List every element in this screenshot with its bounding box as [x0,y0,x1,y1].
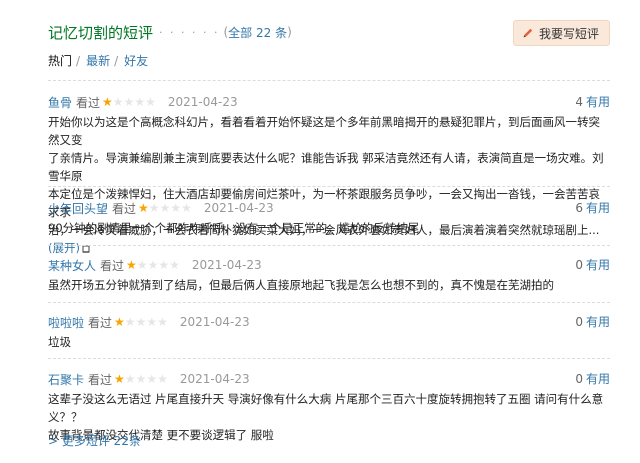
star-empty-icon: ★ [124,372,136,386]
comment-item: 少年回头望 看过 ★ ★ ★ ★ ★ 2021-04-23 6 有用 90分钟的剧情里一个… [48,199,610,237]
star-filled-icon: ★ [126,258,137,272]
comment-meta: 啦啦啦 看过 ★ ★ ★ ★ ★ 2021-04-23 0 有用 [48,313,610,331]
comment-text: 虽然开场五分钟就猜到了结局，但最后俩人直接原地起飞我是怎么也想不到的，真不愧是在… [48,276,610,294]
comment-user-link[interactable]: 某种女人 [48,257,96,274]
star-empty-icon: ★ [148,201,160,215]
divider [48,358,610,359]
star-empty-icon: ★ [157,372,168,386]
star-empty-icon: ★ [181,201,192,215]
write-comment-label: 我要写短评 [538,26,599,41]
star-empty-icon: ★ [134,95,146,109]
rating-stars: ★ ★ ★ ★ ★ [138,202,192,214]
comment-text: 垃圾 [48,333,610,351]
useful-vote-link[interactable]: 有用 [586,372,610,386]
star-empty-icon: ★ [146,372,158,386]
star-empty-icon: ★ [158,258,170,272]
comment-meta: 某种女人 看过 ★ ★ ★ ★ ★ 2021-04-23 0 有用 [48,256,610,274]
watched-label: 看过 [88,372,113,387]
watched-label: 看过 [76,95,101,110]
vote-count: 0 有用 [575,313,610,330]
useful-vote-link[interactable]: 有用 [586,95,610,109]
useful-vote-link[interactable]: 有用 [586,201,610,215]
star-filled-icon: ★ [138,201,149,215]
star-filled-icon: ★ [102,95,113,109]
star-empty-icon: ★ [147,258,159,272]
divider [48,302,610,303]
comment-user-link[interactable]: 石聚卡 [48,371,84,388]
useful-vote-link[interactable]: 有用 [586,258,610,272]
star-empty-icon: ★ [170,201,182,215]
comment-date: 2021-04-23 [191,258,262,272]
section-header: 记忆切割的短评 · · · · · · ( 全部 22 条 ) 我要写短评 [48,20,610,46]
comment-date: 2021-04-23 [179,372,250,386]
vote-count: 6 有用 [575,199,610,216]
vote-count: 4 有用 [575,93,610,110]
comment-text: 90分钟的剧情里一个个都咋咋呼呼，没有一个是正常的，尴尬的反转结尾 [48,219,610,237]
comment-date: 2021-04-23 [203,201,274,215]
pencil-icon [523,28,533,38]
comment-line: 虽然开场五分钟就猜到了结局，但最后俩人直接原地起飞我是怎么也想不到的，真不愧是在… [48,278,554,292]
comment-date: 2021-04-23 [179,315,250,329]
star-empty-icon: ★ [135,315,147,329]
vote-number: 0 [575,372,583,386]
vote-count: 0 有用 [575,256,610,273]
sort-friends[interactable]: 好友 [124,52,148,69]
comment-item: 啦啦啦 看过 ★ ★ ★ ★ ★ 2021-04-23 0 有用 垃圾 [48,313,610,351]
comment-meta: 少年回头望 看过 ★ ★ ★ ★ ★ 2021-04-23 6 有用 [48,199,610,217]
sort-bar: 热门 / 最新 / 好友 [48,52,148,69]
rating-stars: ★ ★ ★ ★ ★ [114,316,168,328]
short-comments-section: 记忆切割的短评 · · · · · · ( 全部 22 条 ) 我要写短评 热门… [0,0,640,463]
title-dots: · · · · · · [159,25,220,39]
comment-date: 2021-04-23 [167,95,238,109]
star-filled-icon: ★ [114,372,125,386]
divider [48,80,610,81]
watched-label: 看过 [100,258,125,273]
rating-stars: ★ ★ ★ ★ ★ [126,259,180,271]
count-close-paren: ) [287,25,292,39]
vote-number: 0 [575,258,583,272]
divider [48,245,610,246]
sort-hot[interactable]: 热门 [48,52,72,69]
star-empty-icon: ★ [123,95,135,109]
vote-number: 0 [575,315,583,329]
comment-meta: 鱼骨 看过 ★ ★ ★ ★ ★ 2021-04-23 4 有用 [48,93,610,111]
rating-stars: ★ ★ ★ ★ ★ [102,96,156,108]
sort-separator: / [114,53,119,68]
vote-number: 4 [575,95,583,109]
star-empty-icon: ★ [159,201,171,215]
sort-latest[interactable]: 最新 [86,52,110,69]
star-empty-icon: ★ [136,258,148,272]
comment-line: 开始你以为这是个高概念科幻片，看着看着开始怀疑这是个多年前黑暗揭开的悬疑犯罪片，… [48,115,600,147]
comment-user-link[interactable]: 少年回头望 [48,200,108,217]
all-comments-count-link[interactable]: 全部 22 条 [228,24,287,41]
vote-number: 6 [575,201,583,215]
comment-meta: 石聚卡 看过 ★ ★ ★ ★ ★ 2021-04-23 0 有用 [48,370,610,388]
star-empty-icon: ★ [112,95,124,109]
star-empty-icon: ★ [145,95,156,109]
watched-label: 看过 [112,201,137,216]
star-empty-icon: ★ [157,315,168,329]
expand-link[interactable]: (展开) [48,241,80,255]
vote-count: 0 有用 [575,370,610,387]
watched-label: 看过 [88,315,113,330]
comment-line: 了亲情片。导演兼编剧兼主演到底要表达什么呢？谁能告诉我 郭采洁竟然还有人请，表演… [48,151,604,183]
more-comments-link[interactable]: > 更多短评 22条 [48,432,141,449]
section-title: 记忆切割的短评 [48,23,154,42]
star-filled-icon: ★ [114,315,125,329]
comment-item: 某种女人 看过 ★ ★ ★ ★ ★ 2021-04-23 0 有用 虽然开场五分钟就猜到了… [48,256,610,294]
rating-stars: ★ ★ ★ ★ ★ [114,373,168,385]
star-empty-icon: ★ [135,372,147,386]
divider [48,186,610,187]
comment-line: 垃圾 [48,335,71,349]
comment-line: 这辈子没这么无语过 片尾直接升天 导演好像有什么大病 片尾那个三百六十度旋转拥抱… [48,392,604,424]
star-empty-icon: ★ [146,315,158,329]
comment-user-link[interactable]: 啦啦啦 [48,314,84,331]
star-empty-icon: ★ [169,258,180,272]
useful-vote-link[interactable]: 有用 [586,315,610,329]
write-comment-button[interactable]: 我要写短评 [512,20,610,46]
sort-separator: / [76,53,81,68]
comment-line: 90分钟的剧情里一个个都咋咋呼呼，没有一个是正常的，尴尬的反转结尾 [48,221,420,235]
star-empty-icon: ★ [124,315,136,329]
comment-user-link[interactable]: 鱼骨 [48,94,72,111]
